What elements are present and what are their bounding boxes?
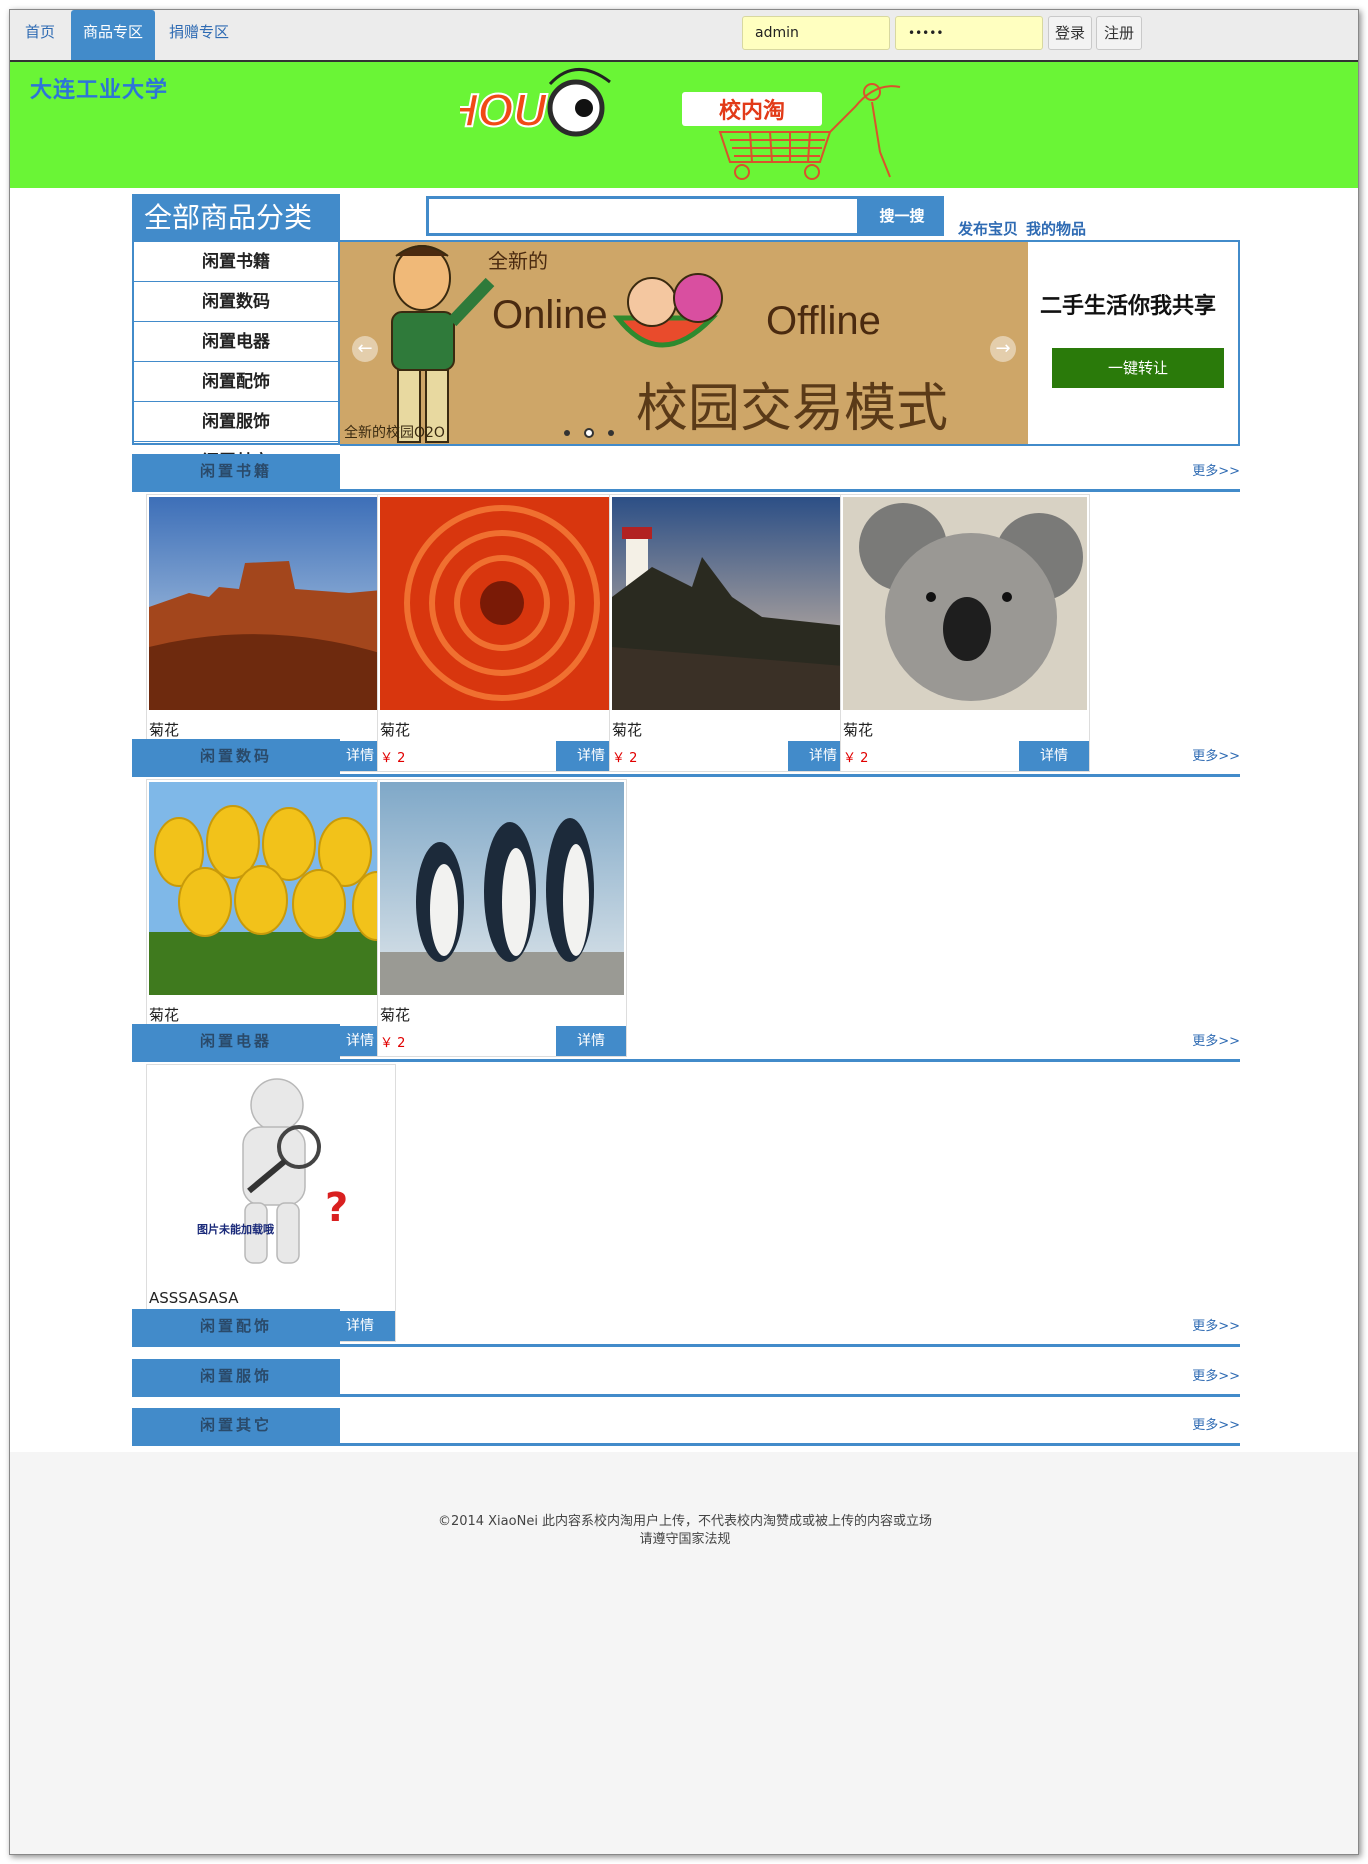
arrow-right-icon[interactable]: → bbox=[990, 336, 1016, 362]
more-link[interactable]: 更多>> bbox=[1192, 460, 1240, 479]
category-header: 全部商品分类 bbox=[132, 194, 340, 242]
svg-text:?: ? bbox=[325, 1185, 348, 1231]
section-tab[interactable]: 闲置电器 bbox=[132, 1024, 340, 1060]
top-navbar: 首页 商品专区 捐赠专区 admin ••••• 登录 注册 bbox=[10, 10, 1358, 62]
category-appliances[interactable]: 闲置电器 bbox=[134, 322, 338, 362]
carousel-dot-2[interactable] bbox=[584, 428, 594, 438]
login-button[interactable]: 登录 bbox=[1048, 16, 1092, 50]
product-image[interactable] bbox=[380, 497, 624, 710]
more-link[interactable]: 更多>> bbox=[1192, 1030, 1240, 1049]
image-not-loaded-text: 图片未能加载哦 bbox=[197, 1222, 274, 1236]
slide-online: Online bbox=[492, 293, 608, 337]
section-header-digital: 闲置数码 更多>> bbox=[132, 739, 1240, 777]
product-title: 菊花 bbox=[149, 1006, 180, 1024]
site-banner: 大连工业大学 2SHOU 校内淘 bbox=[10, 62, 1358, 188]
nav-tab-home[interactable]: 首页 bbox=[10, 10, 70, 60]
section-tab[interactable]: 闲置数码 bbox=[132, 739, 340, 775]
carousel-slide-image: 全新的 Online Offline 校园交易模式 bbox=[340, 242, 1028, 444]
product-image[interactable] bbox=[149, 782, 393, 995]
product-title: 菊花 bbox=[380, 721, 411, 739]
section-header-books: 闲置书籍 更多>> bbox=[132, 454, 1240, 492]
section-header-accessories: 闲置配饰 更多>> bbox=[132, 1309, 1240, 1347]
product-title: 菊花 bbox=[612, 721, 643, 739]
section-tab[interactable]: 闲置服饰 bbox=[132, 1359, 340, 1395]
promo-slogan: 二手生活你我共享 bbox=[1040, 293, 1217, 319]
section-tab[interactable]: 闲置书籍 bbox=[132, 454, 340, 490]
category-digital[interactable]: 闲置数码 bbox=[134, 282, 338, 322]
section-header-clothing: 闲置服饰 更多>> bbox=[132, 1359, 1240, 1397]
my-items-link[interactable]: 我的物品 bbox=[1026, 218, 1086, 239]
category-accessories[interactable]: 闲置配饰 bbox=[134, 362, 338, 402]
footer-notice: 请遵守国家法规 bbox=[639, 1532, 731, 1547]
arrow-left-icon[interactable]: ← bbox=[352, 336, 378, 362]
nav-tab-products[interactable]: 商品专区 bbox=[71, 10, 155, 60]
product-image[interactable] bbox=[612, 497, 856, 710]
product-title: 菊花 bbox=[843, 721, 874, 739]
more-link[interactable]: 更多>> bbox=[1192, 1414, 1240, 1433]
browser-page: 首页 商品专区 捐赠专区 admin ••••• 登录 注册 大连工业大学 2S… bbox=[9, 9, 1359, 1855]
category-list: 闲置书籍 闲置数码 闲置电器 闲置配饰 闲置服饰 闲置其它 bbox=[132, 242, 340, 472]
carousel-dot-1[interactable] bbox=[564, 430, 570, 436]
quick-transfer-button[interactable]: 一键转让 bbox=[1052, 348, 1224, 388]
category-clothing[interactable]: 闲置服饰 bbox=[134, 402, 338, 442]
product-card[interactable]: 菊花 ￥ 2 详情 bbox=[377, 494, 627, 772]
section-header-other: 闲置其它 更多>> bbox=[132, 1408, 1240, 1446]
product-image[interactable] bbox=[149, 497, 393, 710]
school-name: 大连工业大学 bbox=[30, 78, 169, 103]
more-link[interactable]: 更多>> bbox=[1192, 1365, 1240, 1384]
section-header-appliances: 闲置电器 更多>> bbox=[132, 1024, 1240, 1062]
product-image[interactable] bbox=[843, 497, 1087, 710]
product-image[interactable] bbox=[380, 782, 624, 995]
product-card[interactable]: 菊花 ￥ 2 详情 bbox=[609, 494, 859, 772]
site-logo[interactable]: 2SHOU 校内淘 bbox=[460, 62, 930, 188]
section-tab[interactable]: 闲置配饰 bbox=[132, 1309, 340, 1345]
footer: ©2014 XiaoNei 此内容系校内淘用户上传，不代表校内淘赞成或被上传的内… bbox=[10, 1452, 1358, 1854]
logo-tag: 校内淘 bbox=[719, 98, 785, 124]
product-image[interactable]: ? 图片未能加载哦 bbox=[149, 1067, 393, 1280]
category-books[interactable]: 闲置书籍 bbox=[134, 242, 338, 282]
slide-line1: 全新的 bbox=[488, 249, 548, 273]
product-card[interactable]: 菊花 ￥ 2 详情 bbox=[377, 779, 627, 1057]
carousel-caption: 全新的校园O2O bbox=[344, 425, 445, 441]
more-link[interactable]: 更多>> bbox=[1192, 745, 1240, 764]
password-input[interactable]: ••••• bbox=[895, 16, 1043, 50]
carousel-dot-3[interactable] bbox=[608, 430, 614, 436]
nav-tab-donation[interactable]: 捐赠专区 bbox=[158, 10, 240, 60]
product-card[interactable]: 菊花 ￥ 2 详情 bbox=[840, 494, 1090, 772]
search-input[interactable] bbox=[426, 196, 860, 236]
username-input[interactable]: admin bbox=[742, 16, 890, 50]
product-title: 菊花 bbox=[149, 721, 180, 739]
footer-copyright: ©2014 XiaoNei 此内容系校内淘用户上传，不代表校内淘赞成或被上传的内… bbox=[437, 1514, 933, 1529]
publish-item-link[interactable]: 发布宝贝 bbox=[958, 218, 1018, 239]
more-link[interactable]: 更多>> bbox=[1192, 1315, 1240, 1334]
carousel[interactable]: 全新的 Online Offline 校园交易模式 ← → 全新的校园O2O bbox=[340, 242, 1028, 444]
product-title: 菊花 bbox=[380, 1006, 411, 1024]
slide-big-text: 校园交易模式 bbox=[636, 379, 948, 439]
product-card[interactable]: ? 图片未能加载哦 ASSSASASA ￥ 1 详情 bbox=[146, 1064, 396, 1342]
section-tab[interactable]: 闲置其它 bbox=[132, 1408, 340, 1444]
register-button[interactable]: 注册 bbox=[1096, 16, 1142, 50]
product-card[interactable]: 菊花 ￥ 2 详情 bbox=[146, 779, 396, 1057]
product-title: ASSSASASA bbox=[149, 1289, 239, 1307]
slide-offline: Offline bbox=[766, 299, 881, 343]
search-button[interactable]: 搜一搜 bbox=[860, 196, 944, 236]
product-card[interactable]: 菊花 ￥ 2 详情 bbox=[146, 494, 396, 772]
logo-text: 2SHOU bbox=[460, 84, 548, 136]
